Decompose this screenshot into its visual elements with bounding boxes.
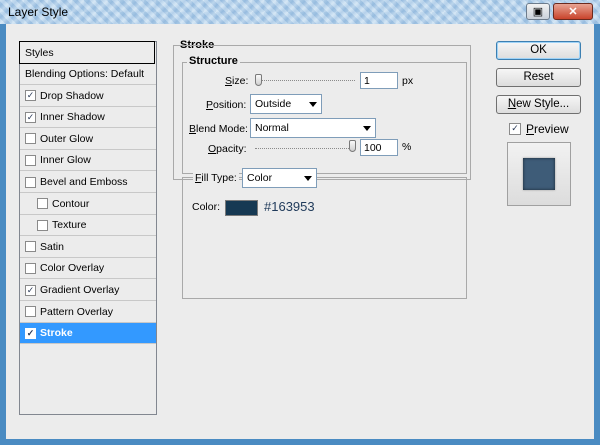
size-slider-track[interactable] (255, 80, 355, 84)
style-checkbox-checked[interactable]: ✓ (25, 90, 36, 102)
close-icon: ✕ (568, 6, 578, 18)
style-label: Outer Glow (40, 132, 94, 145)
chevron-down-icon (304, 176, 312, 181)
preview-thumbnail (507, 142, 571, 206)
color-swatch[interactable] (225, 200, 258, 216)
layer-style-window: Layer Style ▣ ✕ Styles Blending Options:… (0, 0, 600, 445)
styles-list-item[interactable]: Outer Glow (20, 129, 156, 150)
styles-list-item[interactable]: ✓ Stroke (20, 323, 156, 345)
styles-list-item[interactable]: Blending Options: Default (20, 64, 156, 85)
preview-swatch (523, 158, 555, 190)
styles-list-item[interactable]: ✓ Gradient Overlay (20, 280, 156, 301)
style-checkbox[interactable] (37, 198, 48, 210)
styles-header[interactable]: Styles (19, 41, 155, 64)
style-checkbox-checked[interactable]: ✓ (25, 284, 36, 296)
style-label: Stroke (40, 327, 73, 340)
style-checkbox[interactable] (25, 133, 36, 145)
ok-button[interactable]: OK (496, 41, 581, 60)
styles-list-item[interactable]: Inner Glow (20, 150, 156, 172)
style-label: Inner Glow (40, 154, 91, 167)
color-label: Color: (192, 201, 221, 213)
styles-list-item[interactable]: Color Overlay (20, 258, 156, 280)
position-select[interactable]: Outside (250, 94, 322, 114)
style-checkbox[interactable] (25, 154, 36, 166)
style-checkbox[interactable] (25, 241, 36, 253)
opacity-slider-track[interactable] (255, 148, 355, 152)
blend-mode-select[interactable]: Normal (250, 118, 376, 138)
style-checkbox[interactable] (25, 262, 36, 274)
chevron-down-icon (363, 126, 371, 131)
style-label: Bevel and Emboss (40, 176, 128, 188)
styles-list-item[interactable]: ✓ Drop Shadow (20, 86, 156, 107)
fill-group (182, 177, 467, 299)
preview-label: Preview (526, 122, 569, 136)
styles-list-item[interactable]: Bevel and Emboss (20, 172, 156, 193)
styles-list-item[interactable]: Contour (20, 194, 156, 215)
opacity-input[interactable]: 100 (360, 139, 398, 156)
restore-icon: ▣ (532, 6, 544, 18)
styles-list-item[interactable]: Texture (20, 215, 156, 237)
style-label: Gradient Overlay (40, 284, 120, 296)
blend-mode-label: Blend Mode: (189, 123, 248, 135)
style-checkbox[interactable] (25, 306, 36, 318)
size-slider-thumb[interactable] (255, 74, 262, 86)
styles-list-item[interactable]: Satin (20, 237, 156, 258)
opacity-label: Opacity: (208, 143, 247, 155)
style-label: Drop Shadow (40, 89, 104, 102)
dialog-body: Styles Blending Options: Default ✓ Drop Sh… (6, 24, 594, 439)
style-label: Pattern Overlay (40, 305, 113, 318)
style-checkbox-checked[interactable]: ✓ (25, 111, 36, 123)
style-label: Contour (52, 197, 90, 210)
style-checkbox[interactable] (25, 176, 36, 188)
window-title: Layer Style (8, 5, 69, 19)
structure-title: Structure (187, 55, 240, 67)
new-style-button[interactable]: New Style... (496, 95, 581, 114)
opacity-slider-thumb[interactable] (349, 140, 356, 152)
style-label: Color Overlay (40, 262, 105, 275)
close-button[interactable]: ✕ (553, 3, 593, 20)
titlebar[interactable]: Layer Style ▣ ✕ (0, 0, 600, 24)
restore-button[interactable]: ▣ (526, 3, 550, 20)
fill-type-label: Fill Type: (193, 172, 239, 184)
position-label: Position: (206, 99, 247, 111)
preview-checkbox[interactable]: ✓ (509, 123, 521, 135)
style-label: Blending Options: Default (25, 68, 145, 80)
size-unit: px (402, 75, 414, 87)
styles-list-item[interactable]: ✓ Inner Shadow (20, 107, 156, 129)
styles-list: Styles Blending Options: Default ✓ Drop Sh… (19, 41, 157, 415)
size-label: Size: (225, 75, 249, 87)
styles-list-item[interactable]: Pattern Overlay (20, 302, 156, 323)
fill-type-select[interactable]: Color (242, 168, 317, 188)
style-label: Inner Shadow (40, 111, 105, 124)
style-label: Texture (52, 219, 87, 232)
style-label: Satin (40, 240, 64, 253)
chevron-down-icon (309, 102, 317, 107)
color-hex-text: #163953 (264, 199, 315, 214)
style-checkbox[interactable] (37, 219, 48, 231)
size-input[interactable]: 1 (360, 72, 398, 89)
opacity-unit: % (402, 141, 412, 153)
style-checkbox-checked[interactable]: ✓ (25, 327, 36, 339)
reset-button[interactable]: Reset (496, 68, 581, 87)
